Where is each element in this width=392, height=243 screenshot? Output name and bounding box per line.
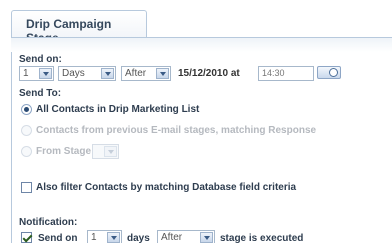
notification-relation-value: After [161,232,183,243]
send-on-count-select[interactable]: 1 [19,66,54,81]
send-to-label: Send To: [19,88,62,99]
option-from-stage-label: From Stage [36,146,92,157]
notification-label: Notification: [19,217,78,228]
chevron-down-icon [104,146,117,157]
notification-count-select[interactable]: 1 [87,230,122,243]
option-previous-stages-label: Contacts from previous E-mail stages, ma… [36,125,317,136]
notification-stage-executed-text: stage is executed [220,233,304,243]
send-on-count-value: 1 [23,68,29,79]
chevron-down-icon [101,68,114,79]
notification-count-value: 1 [91,232,97,243]
time-picker-button[interactable] [317,66,341,79]
chevron-down-icon [200,232,213,243]
notification-days-text: days [127,233,150,243]
tab-strip: Drip Campaign Stage [0,0,392,45]
filter-checkbox[interactable] [21,182,32,193]
option-all-contacts-label: All Contacts in Drip Marketing List [36,104,200,115]
radio-previous-stages[interactable] [21,125,32,136]
from-stage-select[interactable] [92,144,119,159]
send-on-relation-select[interactable]: After [121,66,171,81]
chevron-down-icon [39,68,52,79]
chevron-down-icon [156,68,169,79]
send-on-label: Send on: [19,54,62,65]
filter-label: Also filter Contacts by matching Databas… [36,182,297,193]
send-on-relation-value: After [125,68,147,79]
send-on-time-input[interactable]: 14:30 [258,66,314,81]
radio-from-stage[interactable] [21,146,32,157]
send-on-date-text: 15/12/2010 at [178,68,240,79]
chevron-down-icon [107,232,120,243]
send-on-unit-select[interactable]: Days [58,66,116,81]
send-on-unit-value: Days [62,68,85,79]
tab-drip-campaign-stage[interactable]: Drip Campaign Stage [11,10,147,45]
clock-icon [329,68,338,77]
notification-checkbox[interactable] [21,232,32,243]
radio-all-contacts[interactable] [21,104,32,115]
notification-relation-select[interactable]: After [157,230,215,243]
notification-send-on-text: Send on [38,233,78,243]
